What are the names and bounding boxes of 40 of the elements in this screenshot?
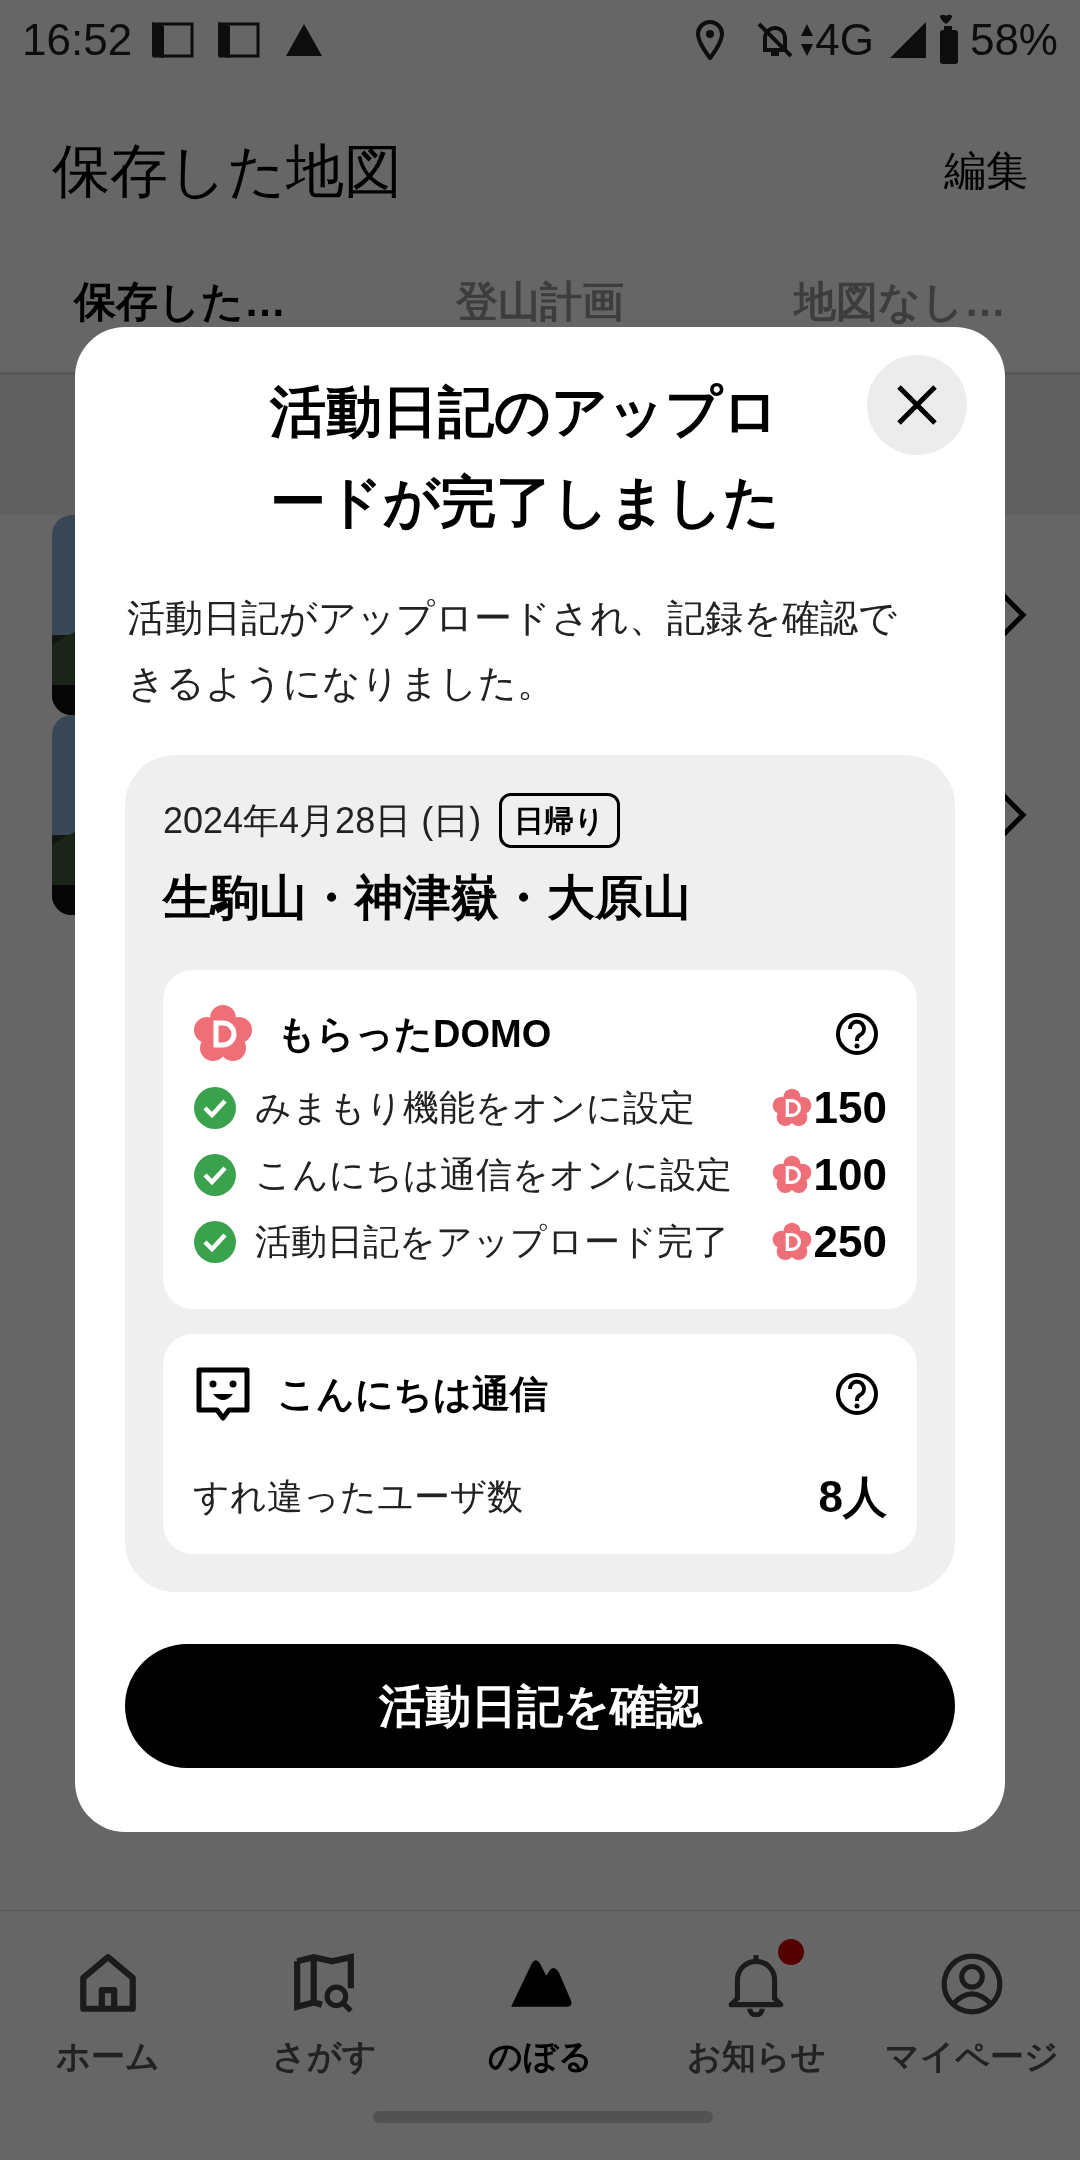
network-type: 4G: [815, 14, 874, 66]
sim-icon: [216, 20, 261, 60]
profile-icon: [939, 1951, 1005, 2017]
reward-points: 250: [813, 1215, 887, 1268]
reward-points: 100: [813, 1148, 887, 1201]
panel-title: もらったDOMO: [277, 1011, 553, 1057]
triangle-icon: [284, 22, 325, 58]
reward-label: こんにちは通信をオンに設定: [255, 1152, 733, 1197]
sim-icon: [150, 20, 195, 60]
dialog-title: 活動日記のアップロードが完了しました: [270, 379, 781, 535]
help-icon: [835, 1012, 879, 1057]
panel-title: こんにちは通信: [277, 1371, 549, 1417]
dialog-message: 活動日記がアップロードされ、記録を確認できるようになりました。: [126, 596, 898, 706]
status-time: 16:52: [22, 14, 133, 66]
reward-points: 150: [813, 1081, 887, 1134]
domo-icon: [771, 1087, 812, 1128]
help-button[interactable]: [835, 1012, 879, 1057]
close-icon: [895, 383, 939, 427]
nav-tab[interactable]: お知らせ: [648, 1935, 864, 2082]
domo-icon: [771, 1221, 812, 1262]
page-title: 保存した地図: [52, 136, 402, 205]
record-date: 2024年4月28日 (日): [163, 798, 482, 843]
trip-badge: 日帰り: [499, 793, 621, 849]
nav-tab[interactable]: マイページ: [864, 1935, 1080, 2082]
help-icon: [835, 1372, 879, 1417]
reward-label: 活動日記をアップロード完了: [255, 1219, 730, 1264]
encounter-label: すれ違ったユーザ数: [193, 1475, 523, 1520]
nav-tab[interactable]: さがす: [216, 1935, 432, 2082]
edit-button[interactable]: 編集: [944, 138, 1028, 202]
mountain-names: 生駒山・神津嶽・大原山: [163, 870, 692, 927]
help-button[interactable]: [835, 1372, 879, 1417]
reward-label: みまもり機能をオンに設定: [255, 1085, 696, 1130]
location-icon: [695, 20, 726, 60]
encounter-count: 8人: [818, 1471, 887, 1524]
nav-tab[interactable]: ホーム: [0, 1935, 216, 2082]
tab[interactable]: 保存した…: [0, 270, 360, 333]
battery-level: 58%: [969, 14, 1058, 66]
domo-icon: [771, 1154, 812, 1195]
confirm-button[interactable]: 活動日記を確認: [125, 1644, 955, 1769]
nav-tab[interactable]: のぼる: [432, 1935, 648, 2082]
